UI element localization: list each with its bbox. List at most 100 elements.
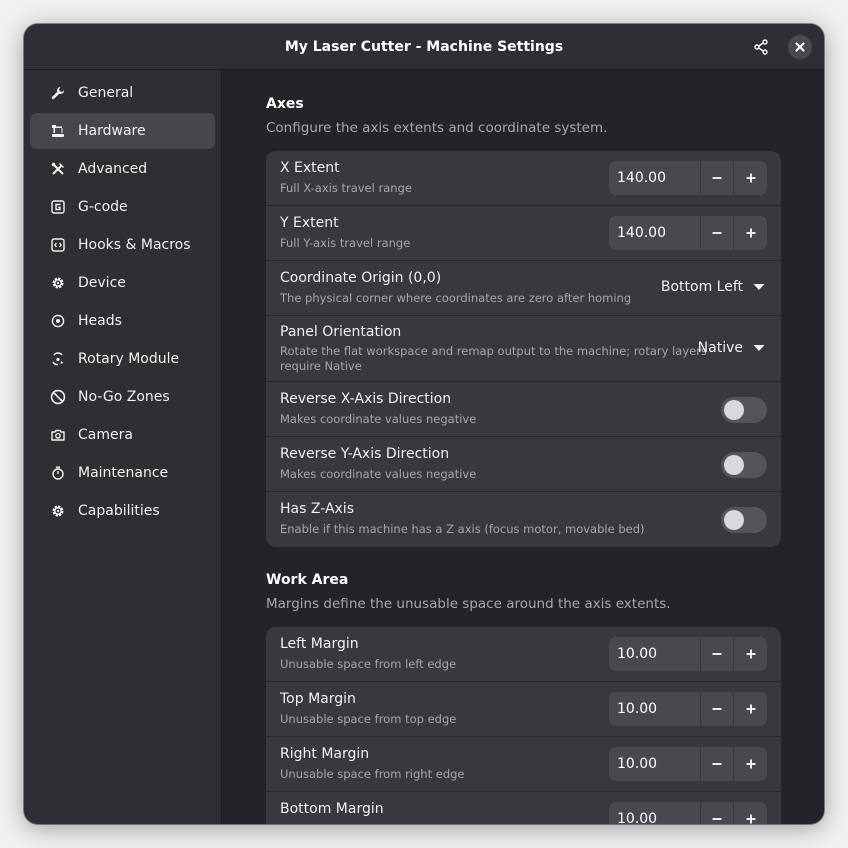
dropdown-value: Bottom Left [660,279,743,295]
sidebar-item-label: Rotary Module [78,351,180,367]
share-icon [754,39,768,55]
toggle-knob [724,400,744,420]
settings-window: My Laser Cutter - Machine Settings Gener… [24,24,824,824]
x-extent-input[interactable]: 140.00 [609,161,701,195]
left-margin-row: Left Margin Unusable space from left edg… [266,627,781,682]
chevron-down-icon [753,283,765,291]
sidebar-item-capabilities[interactable]: Capabilities [30,493,215,529]
plus-icon [746,759,755,769]
sidebar-item-label: G-code [78,199,128,215]
sidebar-item-no-go-zones[interactable]: No-Go Zones [30,379,215,415]
y-extent-row: Y Extent Full Y-axis travel range 140.00 [266,206,781,261]
reverse-x-toggle[interactable] [721,397,767,423]
tools-icon [50,161,66,177]
coordinate-origin-dropdown[interactable]: Bottom Left [661,279,765,295]
rotary-icon [50,351,66,367]
bottom-margin-increment-button[interactable] [734,802,767,824]
top-margin-input[interactable]: 10.00 [609,692,701,726]
row-title: Y Extent [280,215,339,231]
minus-icon [712,232,722,234]
row-subtitle: Enable if this machine has a Z axis (foc… [280,522,645,536]
right-margin-input[interactable]: 10.00 [609,747,701,781]
reverse-x-row: Reverse X-Axis Direction Makes coordinat… [266,382,781,437]
axes-card: X Extent Full X-axis travel range 140.00 [266,151,781,547]
laser-icon [50,123,66,139]
plus-icon [746,228,755,238]
wrench-icon [50,85,66,101]
sidebar-item-device[interactable]: Device [30,265,215,301]
row-title: Bottom Margin [280,801,384,817]
sidebar-item-label: Capabilities [78,503,160,519]
minus-icon [712,177,722,179]
x-extent-spinbutton: 140.00 [609,161,767,195]
panel-orientation-dropdown[interactable]: Native [698,340,765,356]
bottom-margin-row: Bottom Margin 10.00 [266,792,781,824]
row-title: Has Z-Axis [280,501,354,517]
row-title: Panel Orientation [280,324,402,340]
minus-icon [712,708,722,710]
dropdown-value: Native [697,340,743,356]
row-title: X Extent [280,160,340,176]
row-title: Coordinate Origin (0,0) [280,270,442,286]
left-margin-decrement-button[interactable] [701,637,734,671]
bottom-margin-spinbutton: 10.00 [609,802,767,824]
minus-icon [712,763,722,765]
right-margin-increment-button[interactable] [734,747,767,781]
left-margin-spinbutton: 10.00 [609,637,767,671]
left-margin-increment-button[interactable] [734,637,767,671]
window-title: My Laser Cutter - Machine Settings [284,39,564,55]
sidebar-item-gcode[interactable]: G-code [30,189,215,225]
sidebar-item-hooks-macros[interactable]: Hooks & Macros [30,227,215,263]
timer-icon [50,465,66,481]
row-subtitle: Makes coordinate values negative [280,467,477,481]
y-extent-input[interactable]: 140.00 [609,216,701,250]
row-title: Left Margin [280,636,359,652]
gear-icon [50,503,66,519]
share-button[interactable] [749,35,773,59]
top-margin-spinbutton: 10.00 [609,692,767,726]
row-title: Reverse Y-Axis Direction [280,446,450,462]
close-button[interactable] [788,35,812,59]
top-margin-decrement-button[interactable] [701,692,734,726]
has-z-axis-toggle[interactable] [721,507,767,533]
bottom-margin-decrement-button[interactable] [701,802,734,824]
sidebar-item-heads[interactable]: Heads [30,303,215,339]
sidebar-item-rotary-module[interactable]: Rotary Module [30,341,215,377]
minus-icon [712,818,722,820]
prohibited-icon [50,389,66,405]
row-subtitle: Makes coordinate values negative [280,412,477,426]
row-title: Top Margin [280,691,356,707]
bottom-margin-input[interactable]: 10.00 [609,802,701,824]
x-extent-row: X Extent Full X-axis travel range 140.00 [266,151,781,206]
top-margin-increment-button[interactable] [734,692,767,726]
sidebar-item-label: No-Go Zones [78,389,170,405]
y-extent-decrement-button[interactable] [701,216,734,250]
x-extent-increment-button[interactable] [734,161,767,195]
left-margin-input[interactable]: 10.00 [609,637,701,671]
sidebar-item-general[interactable]: General [30,75,215,111]
settings-page: Axes Configure the axis extents and coor… [266,70,781,824]
sidebar: General Hardware Advanced G-code Hooks &… [24,70,222,824]
code-icon [50,237,66,253]
row-subtitle: The physical corner where coordinates ar… [280,291,632,305]
row-subtitle: Unusable space from right edge [280,767,465,781]
sidebar-item-camera[interactable]: Camera [30,417,215,453]
section-description-axes: Configure the axis extents and coordinat… [266,120,608,136]
settings-content[interactable]: Axes Configure the axis extents and coor… [223,70,824,824]
section-description-work-area: Margins define the unusable space around… [266,596,671,612]
camera-icon [50,427,66,443]
row-title: Right Margin [280,746,370,762]
close-icon [795,42,805,52]
row-subtitle-line1: Rotate the flat workspace and remap outp… [280,344,707,358]
sidebar-item-maintenance[interactable]: Maintenance [30,455,215,491]
right-margin-decrement-button[interactable] [701,747,734,781]
minus-icon [712,653,722,655]
row-subtitle: Unusable space from left edge [280,657,457,671]
sidebar-item-hardware[interactable]: Hardware [30,113,215,149]
y-extent-increment-button[interactable] [734,216,767,250]
sidebar-item-label: Camera [78,427,133,443]
x-extent-decrement-button[interactable] [701,161,734,195]
sidebar-item-advanced[interactable]: Advanced [30,151,215,187]
reverse-y-toggle[interactable] [721,452,767,478]
sidebar-item-label: Maintenance [78,465,169,481]
